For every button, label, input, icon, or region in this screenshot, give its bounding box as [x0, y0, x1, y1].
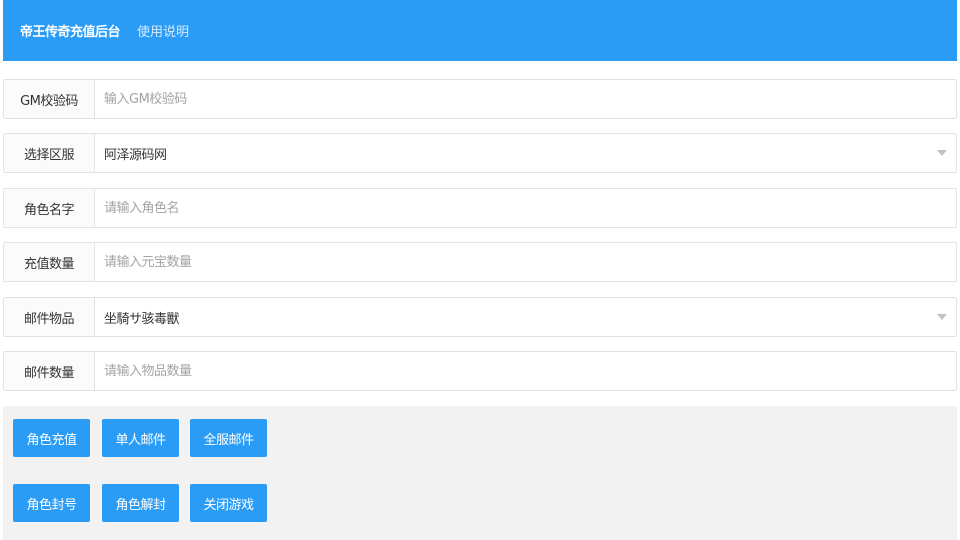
recharge-admin-page: 帝王传奇充值后台 使用说明 GM校验码 选择区服 阿泽源码网 角色名字 充值数量… [0, 0, 960, 540]
action-panel: 角色充值 单人邮件 全服邮件 角色封号 角色解封 关闭游戏 [3, 406, 957, 540]
app-title: 帝王传奇充值后台 [20, 25, 121, 40]
mail-count-input[interactable] [95, 352, 956, 390]
help-link[interactable]: 使用说明 [137, 21, 189, 40]
zone-selected-value: 阿泽源码网 [104, 147, 167, 163]
mail-item-select[interactable]: 坐騎サ骇毒獸 [95, 298, 956, 336]
role-name-input[interactable] [95, 189, 956, 227]
zone-select[interactable]: 阿泽源码网 [95, 134, 956, 172]
unban-role-button[interactable]: 角色解封 [102, 484, 179, 522]
role-recharge-button[interactable]: 角色充值 [13, 419, 90, 457]
mail-item-label: 邮件物品 [4, 298, 95, 336]
recharge-amount-row: 充值数量 [3, 242, 957, 282]
mail-item-selected-value: 坐騎サ骇毒獸 [104, 311, 180, 327]
ban-role-button[interactable]: 角色封号 [13, 484, 90, 522]
server-mail-button[interactable]: 全服邮件 [190, 419, 267, 457]
mail-count-row: 邮件数量 [3, 351, 957, 391]
gm-code-row: GM校验码 [3, 79, 957, 119]
zone-label: 选择区服 [4, 134, 95, 172]
recharge-amount-input[interactable] [95, 243, 956, 281]
gm-code-label: GM校验码 [4, 80, 95, 118]
zone-row: 选择区服 阿泽源码网 [3, 133, 957, 173]
single-mail-button[interactable]: 单人邮件 [102, 419, 179, 457]
role-name-label: 角色名字 [4, 189, 95, 227]
close-game-button[interactable]: 关闭游戏 [190, 484, 267, 522]
mail-count-label: 邮件数量 [4, 352, 95, 390]
chevron-down-icon [937, 314, 947, 320]
gm-code-input[interactable] [95, 80, 956, 118]
recharge-amount-label: 充值数量 [4, 243, 95, 281]
mail-item-row: 邮件物品 坐騎サ骇毒獸 [3, 297, 957, 337]
role-name-row: 角色名字 [3, 188, 957, 228]
top-navbar: 帝王传奇充值后台 使用说明 [3, 0, 957, 61]
chevron-down-icon [937, 150, 947, 156]
